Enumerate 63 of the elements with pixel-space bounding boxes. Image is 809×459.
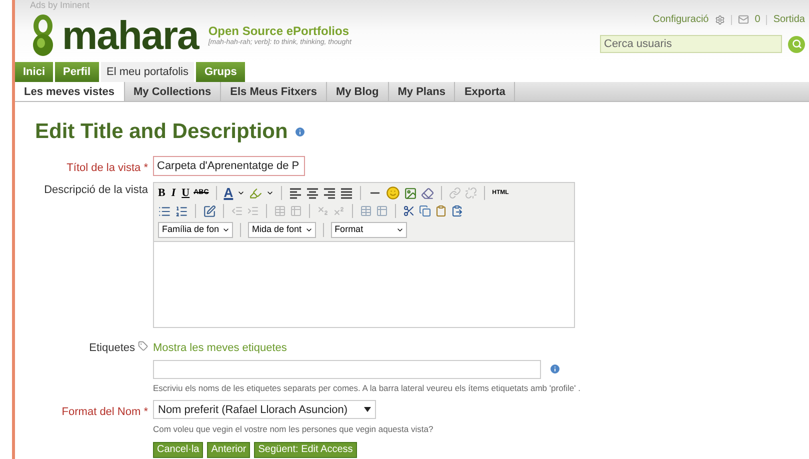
ad-text: Ads by Iminent: [30, 0, 91, 10]
caret-icon[interactable]: [237, 189, 246, 197]
align-left-icon[interactable]: [289, 186, 302, 200]
mail-icon[interactable]: [738, 14, 749, 25]
page-heading: Edit Title and Description: [35, 119, 288, 145]
cut-icon[interactable]: [403, 205, 415, 217]
align-justify-icon[interactable]: [340, 186, 354, 200]
logo-icon: [30, 14, 56, 58]
align-right-icon[interactable]: [323, 186, 336, 200]
text-color-button[interactable]: A: [224, 183, 234, 203]
logo-tagline: Open Source ePortfolios: [208, 25, 350, 38]
caret-icon: [396, 226, 404, 234]
eraser-icon[interactable]: [421, 186, 434, 200]
nav-tab[interactable]: Grups: [196, 62, 245, 82]
copy-icon[interactable]: [419, 205, 431, 217]
search-icon: [792, 39, 802, 49]
name-format-select[interactable]: Nom preferit (Rafael Llorach Asuncion): [153, 400, 376, 420]
help-text: Escriviu els noms de les etiquetes separats per comes. A la barra lateral veureu els ítems etiquetats amb 'profile' .: [153, 382, 582, 394]
italic-button[interactable]: I: [169, 184, 178, 202]
field-label: Títol de la vista *: [66, 162, 148, 174]
info-icon[interactable]: [294, 126, 306, 138]
field-label: Format del Nom *: [62, 406, 148, 418]
sub-tab[interactable]: My Plans: [388, 82, 456, 101]
caret-icon: [304, 226, 313, 234]
search-field[interactable]: Cerca usuaris: [600, 35, 782, 53]
sub-tab[interactable]: Els Meus Fitxers: [221, 82, 327, 101]
paste-icon[interactable]: [451, 205, 463, 217]
message-count: 0: [754, 13, 760, 27]
help-text: Com voleu que vegin el vostre nom les persones que vegin aquesta vista?: [153, 423, 434, 436]
settings-icon: [714, 14, 725, 24]
title-input[interactable]: Carpeta d'Aprenentatge de P: [153, 156, 305, 176]
table-icon[interactable]: [376, 205, 388, 217]
sub-tab[interactable]: My Collections: [124, 82, 222, 101]
edit-icon[interactable]: [203, 204, 216, 218]
search-button[interactable]: [788, 36, 805, 52]
logout-link[interactable]: Sortida: [773, 12, 805, 27]
dropdown-arrow-icon: [364, 407, 371, 412]
image-icon[interactable]: [404, 186, 418, 200]
numbered-list-icon[interactable]: [175, 204, 188, 218]
settings-link[interactable]: Configuració: [652, 12, 709, 27]
bullet-list-icon[interactable]: [158, 204, 171, 218]
sub-tab[interactable]: Les meves vistes: [15, 82, 125, 101]
toolbar-dropdown[interactable]: Família de fon: [158, 222, 234, 238]
caret-icon[interactable]: [266, 189, 274, 197]
toolbar-dropdown[interactable]: Format: [330, 222, 407, 238]
align-center-icon[interactable]: [306, 186, 320, 200]
tag-icon: [138, 341, 148, 351]
caret-icon: [222, 226, 230, 234]
field-label: Descripció de la vista: [44, 184, 148, 196]
underline-button[interactable]: U: [182, 184, 190, 202]
tags-input[interactable]: [153, 360, 541, 378]
field-label: Etiquetes: [89, 341, 135, 356]
table-icon[interactable]: [360, 205, 372, 217]
sub-tab[interactable]: Exporta: [455, 82, 516, 101]
bold-button[interactable]: B: [158, 184, 166, 202]
info-icon[interactable]: [549, 363, 561, 375]
paste-icon[interactable]: [435, 205, 447, 217]
toolbar-dropdown[interactable]: Mida de font: [248, 222, 316, 238]
nav-tab[interactable]: El meu portafolis: [100, 62, 194, 82]
nav-tab[interactable]: Perfil: [55, 62, 99, 82]
logo-wordmark: mahara: [62, 16, 198, 56]
sub-tab[interactable]: My Blog: [326, 82, 389, 101]
nav-tab[interactable]: Inici: [15, 62, 54, 82]
